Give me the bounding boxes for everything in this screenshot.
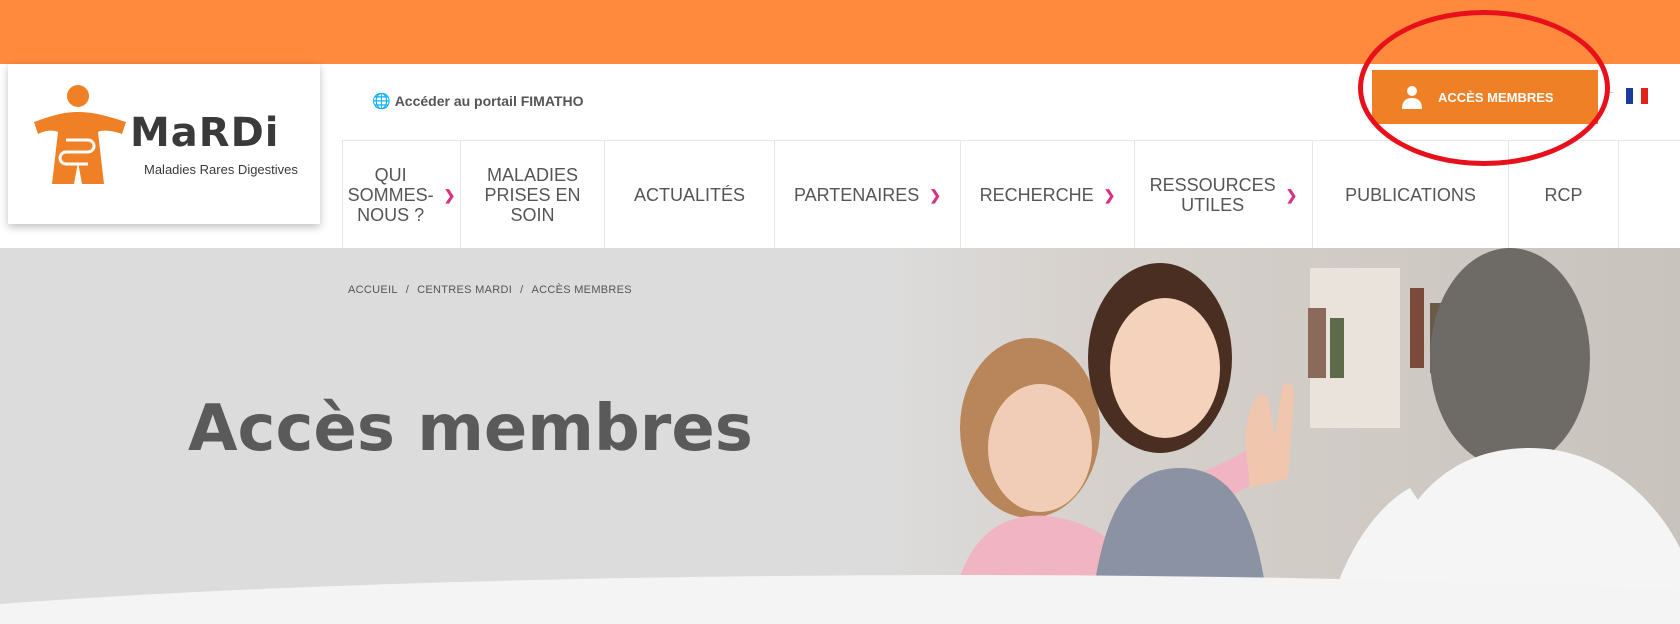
logo-subtitle: Maladies Rares Digestives <box>144 162 298 177</box>
breadcrumb-separator: / <box>520 284 524 296</box>
members-button-label: ACCÈS MEMBRES <box>1438 89 1554 105</box>
nav-item-label: ACTUALITÉS <box>633 184 746 205</box>
language-separator: - <box>1609 83 1614 99</box>
user-icon <box>1402 86 1422 109</box>
globe-icon: 🌐 <box>372 93 391 110</box>
mardi-figure-icon <box>34 85 126 184</box>
breadcrumb-link-home[interactable]: ACCUEIL <box>348 284 398 296</box>
nav-item-actualites[interactable]: ACTUALITÉS <box>604 141 774 248</box>
portal-link[interactable]: 🌐 Accéder au portail FIMATHO <box>372 92 583 110</box>
nav-item-recherche[interactable]: RECHERCHE ❯ <box>960 141 1134 248</box>
chevron-down-icon: ❯ <box>929 186 942 203</box>
main-navigation: QUI SOMMES- NOUS ? ❯ MALADIES PRISES EN … <box>342 140 1680 248</box>
nav-item-label: RECHERCHE <box>979 184 1094 205</box>
nav-item-maladies[interactable]: MALADIES PRISES EN SOIN <box>460 141 604 248</box>
nav-item-rcp[interactable]: RCP <box>1508 141 1618 248</box>
breadcrumb: ACCUEIL / CENTRES MARDI / ACCÈS MEMBRES <box>348 284 632 296</box>
chevron-down-icon: ❯ <box>1285 186 1298 203</box>
nav-item-qui-sommes-nous[interactable]: QUI SOMMES- NOUS ? ❯ <box>342 141 460 248</box>
nav-item-partenaires[interactable]: PARTENAIRES ❯ <box>774 141 960 248</box>
breadcrumb-current: ACCÈS MEMBRES <box>531 284 632 296</box>
portal-link-label: Accéder au portail FIMATHO <box>394 93 584 109</box>
members-access-button[interactable]: ACCÈS MEMBRES <box>1372 70 1598 124</box>
hero-banner: ACCUEIL / CENTRES MARDI / ACCÈS MEMBRES Accè… <box>0 248 1680 624</box>
chevron-down-icon: ❯ <box>1103 186 1116 203</box>
nav-item-label: PARTENAIRES <box>793 184 920 205</box>
nav-item-label: QUI SOMMES- NOUS ? <box>347 164 434 225</box>
breadcrumb-separator: / <box>405 284 410 296</box>
page-title: Accès membres <box>188 392 753 466</box>
logo-wordmark: MaRDi <box>130 110 280 156</box>
hero-bottom-curve <box>0 575 1680 624</box>
top-orange-band <box>0 0 1680 64</box>
nav-item-label: PUBLICATIONS <box>1345 184 1476 205</box>
chevron-down-icon: ❯ <box>443 186 456 203</box>
site-logo[interactable]: MaRDi Maladies Rares Digestives <box>8 64 320 224</box>
french-flag-icon[interactable] <box>1626 88 1648 104</box>
nav-item-label: RCP <box>1544 184 1583 205</box>
nav-item-label: MALADIES PRISES EN SOIN <box>484 164 581 225</box>
nav-item-overflow <box>1618 141 1639 248</box>
nav-item-publications[interactable]: PUBLICATIONS <box>1312 141 1508 248</box>
breadcrumb-link-centres[interactable]: CENTRES MARDI <box>417 284 512 296</box>
nav-item-label: RESSOURCES UTILES <box>1149 174 1276 215</box>
nav-item-ressources-utiles[interactable]: RESSOURCES UTILES ❯ <box>1134 141 1312 248</box>
